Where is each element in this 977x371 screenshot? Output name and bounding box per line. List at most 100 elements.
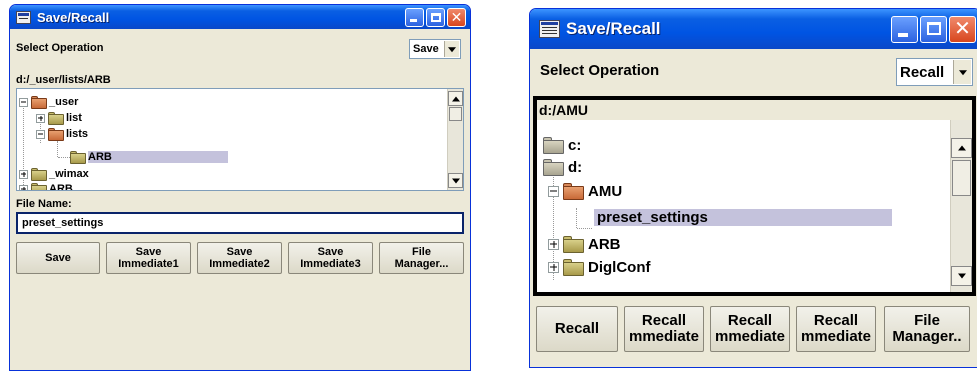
scroll-down-icon[interactable]	[951, 266, 972, 286]
minimize-icon	[898, 32, 908, 37]
operation-select[interactable]: Recall	[896, 58, 973, 86]
save-recall-window-right: Save/Recall ✕ Select Operation Recall d:…	[529, 8, 977, 368]
tree-item[interactable]: c:	[543, 134, 581, 156]
tree-line	[57, 141, 58, 157]
tree-item-label: c:	[568, 136, 582, 154]
file-name-label: File Name:	[16, 198, 72, 210]
tree-item[interactable]: d:	[543, 156, 582, 178]
folder-icon	[563, 258, 584, 276]
expand-icon[interactable]	[548, 238, 559, 250]
operation-select[interactable]: Save	[409, 39, 461, 59]
folder-icon	[48, 111, 64, 125]
save-immediate3-button[interactable]: Save Immediate3	[288, 242, 373, 274]
chevron-down-icon[interactable]	[444, 41, 459, 57]
tree-item[interactable]: lists	[36, 126, 88, 142]
tree-item[interactable]: _user	[19, 94, 78, 110]
tree-item-label: ARB	[588, 235, 621, 253]
title-bar[interactable]: Save/Recall ✕	[530, 9, 977, 49]
button-label-line1: Save	[226, 245, 253, 258]
tree-item-label: list	[66, 112, 82, 124]
recall-immediate3-button[interactable]: Recall mmediate	[796, 306, 876, 352]
tree-line	[576, 208, 577, 228]
recall-immediate1-button[interactable]: Recall mmediate	[624, 306, 704, 352]
tree-item-label: _wimax	[49, 168, 89, 180]
button-label-line2: mmediate	[714, 328, 786, 345]
title-bar[interactable]: Save/Recall ✕	[10, 5, 470, 29]
expand-icon[interactable]	[19, 184, 28, 190]
maximize-button[interactable]	[426, 7, 445, 27]
collapse-icon[interactable]	[19, 97, 28, 107]
button-label-line1: Save	[135, 245, 162, 258]
file-manager-button[interactable]: File Manager...	[379, 242, 464, 274]
chevron-down-icon[interactable]	[953, 60, 971, 84]
maximize-button[interactable]	[920, 15, 947, 43]
button-label-line2: Manager..	[892, 328, 962, 345]
button-label: Recall	[554, 319, 600, 337]
save-button[interactable]: Save	[16, 242, 100, 274]
scroll-thumb[interactable]	[952, 160, 971, 196]
tree-item[interactable]: ARB	[548, 233, 621, 255]
button-label-line1: File	[914, 311, 940, 329]
tree-item-label: preset_settings	[594, 208, 892, 226]
close-button[interactable]: ✕	[949, 15, 976, 43]
expand-icon[interactable]	[19, 169, 28, 179]
expand-icon[interactable]	[36, 113, 45, 123]
folder-icon	[70, 150, 86, 164]
collapse-icon[interactable]	[36, 129, 45, 139]
tree-item[interactable]: _wimax	[19, 166, 89, 182]
minimize-button[interactable]	[405, 7, 424, 27]
tree-line	[58, 157, 70, 158]
scroll-up-icon[interactable]	[951, 138, 972, 158]
recall-button[interactable]: Recall	[536, 306, 618, 352]
button-label-line2: mmediate	[800, 328, 872, 345]
tree-item-selected[interactable]: preset_settings	[594, 206, 892, 228]
tree-item[interactable]: list	[36, 110, 82, 126]
current-path: d:/AMU	[537, 100, 972, 120]
tree-item-label: d:	[568, 158, 583, 176]
tree-scrollbar[interactable]	[950, 120, 972, 292]
button-label-line2: Immediate3	[300, 258, 361, 270]
folder-icon	[563, 235, 584, 253]
close-button[interactable]: ✕	[447, 7, 466, 27]
scroll-up-icon[interactable]	[448, 91, 463, 106]
file-tree[interactable]: _user list lists ARB _wimax ARB	[16, 88, 464, 191]
window-title: Save/Recall	[566, 19, 661, 38]
tree-scrollbar[interactable]	[447, 89, 463, 190]
button-label-line1: Recall	[727, 311, 773, 329]
tree-item-label: AMU	[588, 182, 623, 200]
expand-icon[interactable]	[548, 261, 559, 273]
tree-item[interactable]: AMU	[548, 180, 622, 202]
select-operation-label: Select Operation	[540, 62, 660, 79]
save-immediate2-button[interactable]: Save Immediate2	[197, 242, 282, 274]
current-path: d:/_user/lists/ARB	[16, 74, 111, 86]
tree-item-label: DiglConf	[588, 258, 651, 276]
window-title: Save/Recall	[37, 9, 110, 25]
file-name-input[interactable]: preset_settings	[16, 212, 464, 234]
save-immediate1-button[interactable]: Save Immediate1	[106, 242, 191, 274]
scroll-thumb[interactable]	[449, 107, 462, 121]
collapse-icon[interactable]	[548, 185, 559, 197]
tree-item-label: ARB	[49, 183, 73, 191]
recall-immediate2-button[interactable]: Recall mmediate	[710, 306, 790, 352]
folder-open-icon	[48, 127, 64, 141]
scroll-down-icon[interactable]	[448, 173, 463, 188]
tree-item[interactable]: ARB	[19, 181, 73, 191]
file-manager-button[interactable]: File Manager..	[884, 306, 970, 352]
tree-item[interactable]: DiglConf	[548, 256, 650, 278]
close-icon: ✕	[450, 8, 463, 25]
folder-open-icon	[563, 182, 584, 200]
operation-value: Save	[413, 43, 439, 55]
operation-value: Recall	[900, 63, 945, 81]
button-label: Save	[45, 251, 71, 264]
minimize-button[interactable]	[891, 15, 918, 43]
folder-icon	[31, 167, 47, 181]
close-icon: ✕	[954, 17, 971, 40]
button-label-line1: File	[412, 245, 431, 258]
folder-icon	[31, 182, 47, 190]
button-label-line1: Recall	[641, 311, 687, 329]
maximize-icon	[431, 12, 441, 22]
drive-icon	[543, 158, 564, 176]
tree-item-selected[interactable]: ARB	[70, 149, 228, 165]
button-label-line2: Manager...	[394, 258, 449, 270]
file-tree[interactable]: d:/AMU c: d: AMU preset_settings ARB Dig…	[533, 96, 976, 296]
